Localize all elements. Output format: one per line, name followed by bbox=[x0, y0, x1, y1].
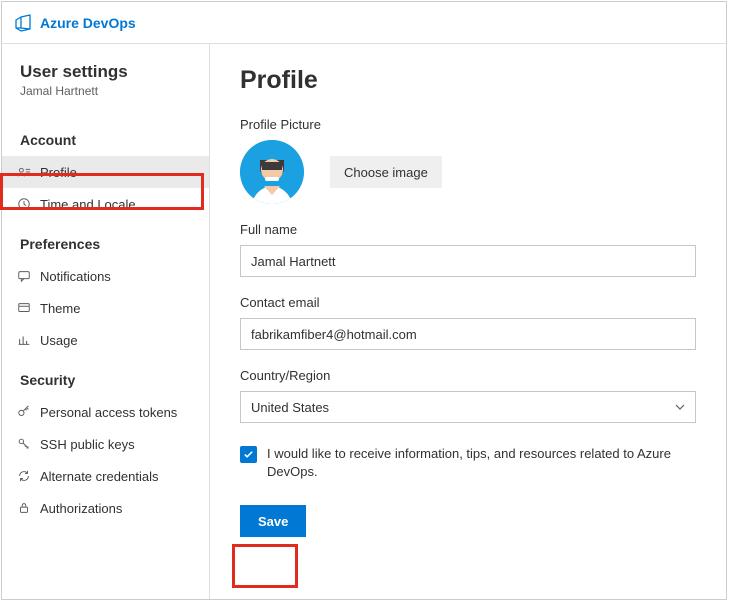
azure-devops-icon bbox=[14, 14, 32, 32]
sidebar-item-ssh[interactable]: SSH public keys bbox=[2, 428, 209, 460]
sidebar-item-alt-creds[interactable]: Alternate credentials bbox=[2, 460, 209, 492]
sidebar-item-label: Personal access tokens bbox=[40, 405, 177, 420]
ssh-key-icon bbox=[16, 436, 32, 452]
sidebar-item-label: Usage bbox=[40, 333, 78, 348]
fullname-label: Full name bbox=[240, 222, 696, 237]
save-button[interactable]: Save bbox=[240, 505, 306, 537]
country-select[interactable]: United States bbox=[240, 391, 696, 423]
sidebar-item-label: Theme bbox=[40, 301, 80, 316]
lock-icon bbox=[16, 500, 32, 516]
sync-icon bbox=[16, 468, 32, 484]
sidebar-item-label: Authorizations bbox=[40, 501, 122, 516]
choose-image-button[interactable]: Choose image bbox=[330, 156, 442, 188]
clock-icon bbox=[16, 196, 32, 212]
sidebar-item-theme[interactable]: Theme bbox=[2, 292, 209, 324]
theme-icon bbox=[16, 300, 32, 316]
chat-icon bbox=[16, 268, 32, 284]
email-input[interactable] bbox=[240, 318, 696, 350]
sidebar-item-pat[interactable]: Personal access tokens bbox=[2, 396, 209, 428]
main-content: Profile Profile Picture Choose image bbox=[210, 44, 726, 599]
sidebar-title: User settings bbox=[2, 62, 209, 84]
section-head-preferences: Preferences bbox=[2, 226, 209, 260]
section-head-account: Account bbox=[2, 122, 209, 156]
sidebar-subtitle: Jamal Hartnett bbox=[2, 84, 209, 116]
top-bar: Azure DevOps bbox=[2, 2, 726, 44]
sidebar-item-authorizations[interactable]: Authorizations bbox=[2, 492, 209, 524]
sidebar-item-time-locale[interactable]: Time and Locale bbox=[2, 188, 209, 220]
chart-icon bbox=[16, 332, 32, 348]
optin-label: I would like to receive information, tip… bbox=[267, 445, 687, 481]
person-card-icon bbox=[16, 164, 32, 180]
sidebar-item-label: Time and Locale bbox=[40, 197, 136, 212]
sidebar-item-label: SSH public keys bbox=[40, 437, 135, 452]
key-icon bbox=[16, 404, 32, 420]
sidebar-item-label: Notifications bbox=[40, 269, 111, 284]
sidebar-item-label: Profile bbox=[40, 165, 77, 180]
sidebar-item-profile[interactable]: Profile bbox=[2, 156, 209, 188]
fullname-input[interactable] bbox=[240, 245, 696, 277]
optin-checkbox[interactable] bbox=[240, 446, 257, 463]
profile-picture-label: Profile Picture bbox=[240, 117, 696, 132]
sidebar-item-notifications[interactable]: Notifications bbox=[2, 260, 209, 292]
brand-name[interactable]: Azure DevOps bbox=[40, 15, 136, 31]
sidebar-item-label: Alternate credentials bbox=[40, 469, 159, 484]
page-title: Profile bbox=[240, 66, 696, 95]
email-label: Contact email bbox=[240, 295, 696, 310]
section-head-security: Security bbox=[2, 362, 209, 396]
sidebar-item-usage[interactable]: Usage bbox=[2, 324, 209, 356]
sidebar: User settings Jamal Hartnett Account Pro… bbox=[2, 44, 210, 599]
country-select-value: United States bbox=[251, 400, 329, 415]
avatar bbox=[240, 140, 304, 204]
highlight-save-button bbox=[232, 544, 298, 588]
country-label: Country/Region bbox=[240, 368, 696, 383]
